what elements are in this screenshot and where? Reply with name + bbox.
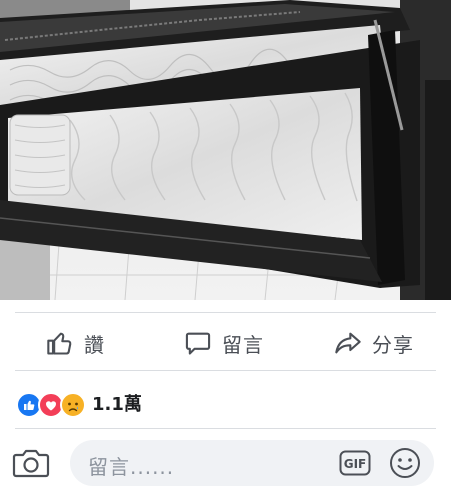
comment-button[interactable]: 留言 xyxy=(184,326,264,360)
gif-icon: GIF xyxy=(339,450,371,476)
reaction-icons xyxy=(16,389,88,418)
comment-placeholder: 留言...... xyxy=(88,455,175,479)
camera-icon xyxy=(12,449,50,478)
comment-composer: 留言...... GIF xyxy=(0,436,451,490)
reaction-count: 1.1萬 xyxy=(92,394,142,415)
camera-button[interactable] xyxy=(12,446,50,480)
comment-label: 留言 xyxy=(222,332,264,357)
speech-bubble-icon xyxy=(185,332,211,355)
divider-middle xyxy=(15,370,436,371)
reaction-summary[interactable]: 1.1萬 xyxy=(16,388,142,418)
divider-bottom xyxy=(15,428,436,429)
like-button[interactable]: 讚 xyxy=(46,326,105,360)
share-label: 分享 xyxy=(372,332,414,357)
emoji-button[interactable] xyxy=(388,446,422,480)
share-button[interactable]: 分享 xyxy=(334,326,414,360)
like-label: 讚 xyxy=(84,332,105,357)
sad-reaction-icon xyxy=(60,392,86,418)
share-arrow-icon xyxy=(335,332,361,354)
gif-button[interactable]: GIF xyxy=(339,450,371,476)
divider-top xyxy=(15,312,436,313)
smiley-icon xyxy=(390,448,420,478)
post-photo[interactable] xyxy=(0,0,451,300)
thumbs-up-icon xyxy=(47,332,72,355)
gif-label: GIF xyxy=(344,457,367,471)
casket-photo xyxy=(0,0,451,300)
post-action-bar: 讚 留言 分享 xyxy=(0,318,451,368)
